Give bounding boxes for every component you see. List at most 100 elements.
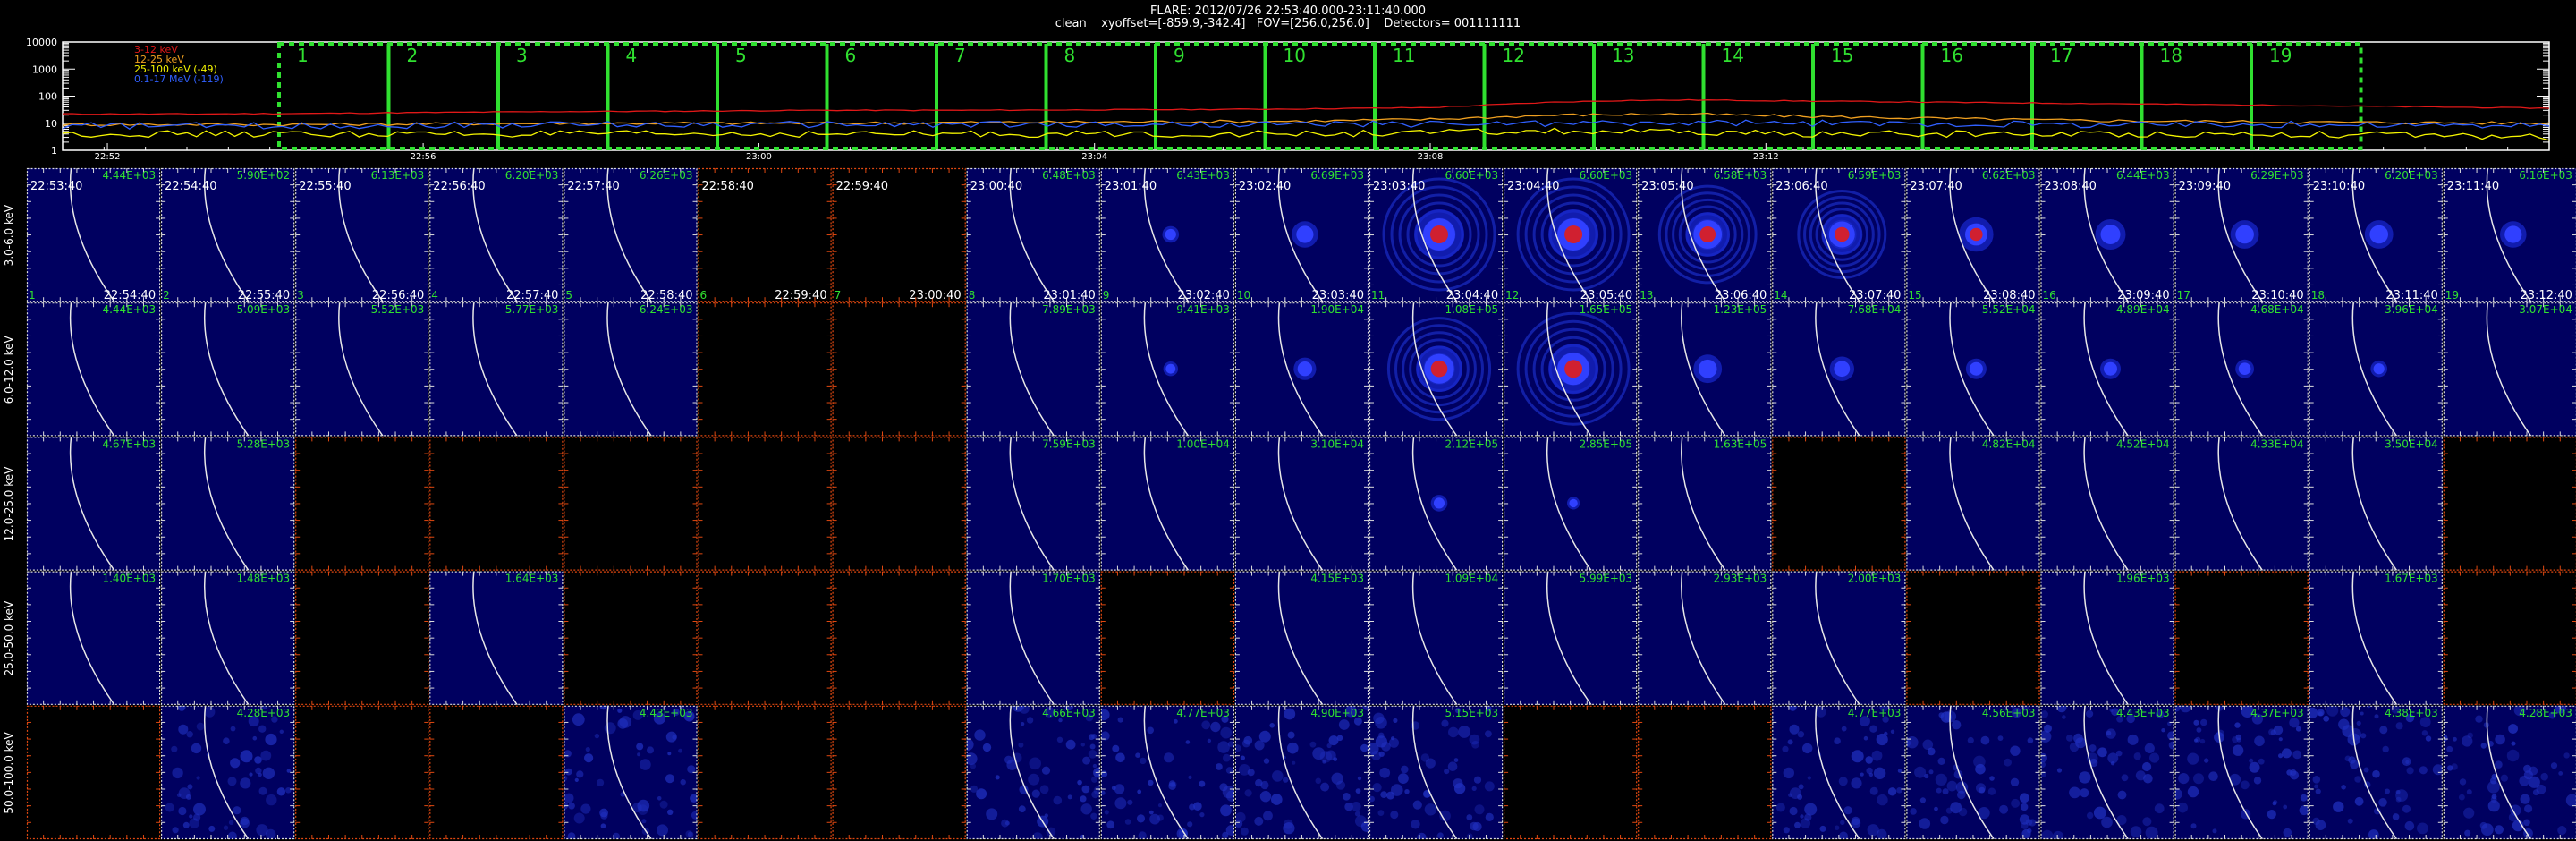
image-panel [26, 705, 161, 840]
noise-blob [2273, 725, 2284, 735]
noise-blob [1797, 731, 1805, 738]
noise-blob [1884, 731, 1888, 736]
noise-blob [976, 788, 987, 800]
noise-blob [1001, 819, 1009, 828]
panel-background [429, 705, 564, 839]
noise-blob [186, 731, 193, 738]
noise-blob [1946, 780, 1958, 792]
noise-blob [1104, 810, 1109, 815]
panel-max-value: 5.99E+03 [1580, 573, 1633, 585]
noise-blob [1283, 777, 1289, 783]
panel-background [564, 437, 698, 571]
noise-blob [690, 794, 698, 803]
noise-blob [1393, 718, 1398, 723]
noise-blob [1225, 825, 1234, 836]
row-label: 12.0-25.0 keV [3, 466, 15, 541]
panel-background [1369, 571, 1504, 705]
noise-blob [2462, 735, 2473, 747]
noise-blob [1091, 790, 1099, 799]
noise-blob [1819, 825, 1826, 832]
noise-blob [2069, 742, 2080, 752]
panel-max-value: 4.44E+03 [102, 303, 156, 316]
noise-blob [204, 706, 216, 718]
noise-blob [249, 772, 253, 777]
panel-start-time: 23:00:40 [970, 180, 1022, 193]
panel-end-time: 22:54:40 [104, 289, 156, 302]
panel-max-value: 6.44E+03 [2116, 169, 2170, 182]
source-core [2504, 225, 2522, 243]
panel-number: 14 [1774, 289, 1787, 302]
panel-end-time: 23:05:40 [1580, 289, 1632, 302]
panel-background [27, 302, 161, 437]
noise-blob [2167, 731, 2174, 740]
noise-blob [2300, 794, 2308, 802]
source-core [1165, 363, 1176, 374]
noise-blob [2315, 788, 2321, 794]
noise-blob [2406, 767, 2414, 775]
row-label: 50.0-100.0 keV [3, 731, 15, 813]
noise-blob [1090, 812, 1097, 820]
noise-blob [1390, 811, 1399, 820]
panel-start-time: 22:59:40 [836, 180, 888, 193]
noise-blob [584, 753, 594, 763]
panel-max-value: 5.77E+03 [505, 303, 559, 316]
image-panel: 4.43E+03 [564, 705, 698, 840]
noise-blob [1220, 726, 1233, 739]
image-panel: 7.89E+03 [966, 302, 1100, 437]
panel-max-value: 2.12E+05 [1445, 437, 1498, 450]
noise-blob [1355, 788, 1361, 794]
panel-background [1638, 705, 1772, 839]
noise-blob [1338, 719, 1350, 730]
noise-blob [1124, 819, 1131, 825]
image-panel: 6.69E+03 23:02:40 23:03:40 10 [1234, 167, 1369, 302]
noise-blob [189, 818, 199, 828]
noise-blob [258, 725, 267, 733]
image-panel: 7.59E+03 [966, 437, 1100, 571]
noise-blob [1841, 726, 1847, 732]
noise-blob [1800, 814, 1804, 819]
noise-blob [2363, 767, 2369, 773]
image-panel: 5.52E+03 [295, 302, 429, 437]
image-panel: 2.85E+05 [1503, 437, 1638, 571]
noise-blob [1187, 821, 1193, 828]
image-panel: 1.40E+03 [26, 571, 161, 705]
panel-background [832, 437, 966, 571]
noise-blob [2040, 730, 2052, 743]
noise-blob [2508, 724, 2518, 734]
noise-blob [2154, 803, 2165, 814]
noise-blob [2149, 752, 2160, 763]
noise-blob [1919, 797, 1926, 803]
panel-number: 5 [565, 289, 572, 302]
panel-background [1772, 571, 1906, 705]
noise-blob [1980, 735, 1990, 745]
noise-blob [2487, 780, 2500, 794]
noise-blob [1216, 763, 1223, 770]
noise-blob [1106, 820, 1115, 829]
noise-blob [2459, 778, 2467, 786]
panel-max-value: 4.43E+03 [2116, 707, 2170, 719]
noise-blob [574, 777, 579, 782]
panel-number: 10 [1237, 289, 1250, 302]
noise-blob [1938, 712, 1945, 718]
panel-max-value: 5.52E+03 [371, 303, 425, 316]
panel-end-time: 22:56:40 [372, 289, 424, 302]
noise-blob [1174, 718, 1178, 724]
noise-blob [1802, 743, 1813, 754]
image-panel [698, 437, 832, 571]
noise-blob [233, 806, 242, 815]
panel-max-value: 6.20E+03 [505, 169, 559, 182]
image-panel: 5.52E+04 [1906, 302, 2040, 437]
noise-blob [2199, 738, 2206, 744]
source-core [1165, 228, 1176, 241]
panel-background [429, 571, 564, 705]
noise-blob [2354, 776, 2361, 783]
image-panel: 6.60E+03 23:03:40 23:04:40 11 [1368, 167, 1504, 302]
image-panel [698, 571, 832, 705]
noise-blob [2193, 773, 2204, 785]
panel-max-value: 5.90E+02 [237, 169, 291, 182]
noise-blob [1910, 808, 1917, 815]
noise-blob [2292, 750, 2302, 760]
panel-max-value: 7.68E+04 [1848, 303, 1902, 316]
image-panel: 4.82E+04 [1906, 437, 2040, 571]
panel-max-value: 4.89E+04 [2116, 303, 2170, 316]
